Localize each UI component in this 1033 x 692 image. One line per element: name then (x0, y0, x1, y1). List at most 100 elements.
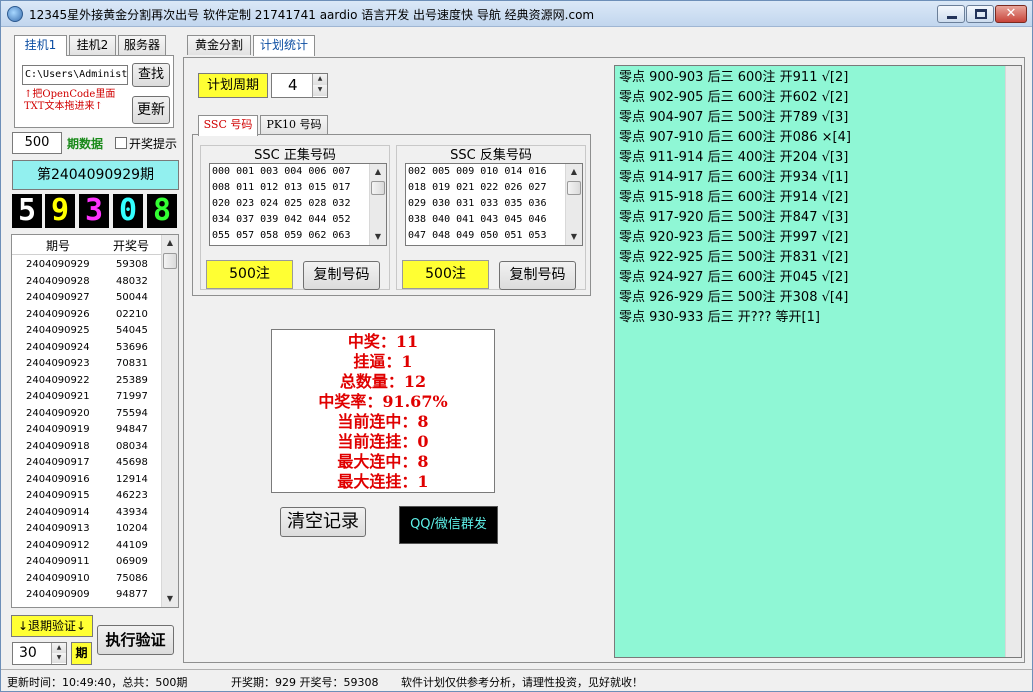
close-button[interactable]: ✕ (995, 5, 1027, 23)
table-row[interactable]: 2404090928 48032 (12, 274, 162, 291)
table-row[interactable]: 2404090915 46223 (12, 488, 162, 505)
table-row[interactable]: 2404090927 50044 (12, 290, 162, 307)
lottery-notice-checkbox[interactable] (115, 137, 127, 149)
row-period: 2404090925 (26, 325, 90, 336)
draw-digit-5: 8 (147, 194, 177, 228)
table-row[interactable]: 2404090920 75594 (12, 406, 162, 423)
copy-negative-button[interactable]: 复制号码 (499, 261, 576, 290)
stat-win: 中奖：11 (347, 332, 419, 351)
table-row[interactable]: 2404090916 12914 (12, 472, 162, 489)
spin-up-icon[interactable]: ▲ (52, 643, 66, 653)
row-period: 2404090913 (26, 523, 90, 534)
stat-lose: 挂逼：1 (353, 352, 413, 371)
history-rows: 2404090929 59308 2404090928 48032 2404090927… (12, 257, 162, 608)
scroll-up-icon[interactable]: ▲ (370, 164, 386, 180)
table-row[interactable]: 2404090914 43934 (12, 505, 162, 522)
row-period: 2404090922 (26, 374, 90, 386)
results-scrollbar[interactable] (1005, 66, 1021, 657)
table-row[interactable]: 2404090923 70831 (12, 356, 162, 373)
row-number: 53696 (116, 341, 148, 353)
col-number[interactable]: 开奖号 (113, 237, 149, 254)
spin-down-icon[interactable]: ▼ (52, 653, 66, 663)
scroll-up-icon[interactable]: ▲ (162, 235, 178, 251)
row-number: 54045 (116, 325, 148, 336)
table-row[interactable]: 2404090921 71997 (12, 389, 162, 406)
scroll-thumb[interactable] (163, 253, 177, 269)
status-update-time: 更新时间：10:49:40，总共：500期 (7, 676, 188, 689)
negative-number-list[interactable]: 002 005 009 010 014 016 018 019 021 022 0… (405, 163, 583, 246)
positive-list-scrollbar[interactable]: ▲ ▼ (369, 164, 386, 245)
table-row[interactable]: 2404090917 45698 (12, 455, 162, 472)
table-row[interactable]: 2404090926 02210 (12, 307, 162, 324)
result-line: 零点 904-907 后三 500注 开789 √[3] (619, 110, 849, 125)
scroll-down-icon[interactable]: ▼ (370, 229, 386, 245)
table-row[interactable]: 2404090908 40055 (12, 604, 162, 608)
row-number: 46223 (116, 490, 148, 501)
tab-ssc-numbers[interactable]: SSC 号码 (198, 115, 258, 136)
minimize-button[interactable] (937, 5, 965, 23)
table-row[interactable]: 2404090925 54045 (12, 323, 162, 340)
scroll-down-icon[interactable]: ▼ (162, 591, 178, 607)
tab-guaji2[interactable]: 挂机2 (69, 35, 116, 55)
status-disclaimer: 软件计划仅供参考分析，请理性投资，见好就收！ (401, 676, 643, 689)
cycle-up-icon[interactable]: ▲ (313, 74, 327, 85)
row-period: 2404090916 (26, 473, 90, 485)
number-row: 038 040 041 043 045 046 (408, 214, 547, 225)
positive-number-list[interactable]: 000 001 003 004 006 007 008 011 012 013 0… (209, 163, 387, 246)
table-row[interactable]: 2404090919 94847 (12, 422, 162, 439)
row-number: 71997 (116, 391, 148, 402)
row-period: 2404090910 (26, 572, 90, 584)
history-list[interactable]: 期号 开奖号 2404090929 59308 2404090928 48032 240… (11, 234, 179, 608)
table-row[interactable]: 2404090912 44109 (12, 538, 162, 555)
app-icon (7, 6, 23, 22)
tab-server[interactable]: 服务器 (118, 35, 166, 55)
table-row[interactable]: 2404090910 75086 (12, 571, 162, 588)
maximize-button[interactable] (966, 5, 994, 23)
tab-guaji1[interactable]: 挂机1 (14, 35, 67, 56)
copy-positive-button[interactable]: 复制号码 (303, 261, 380, 290)
result-line: 零点 930-933 后三 开??? 等开[1] (619, 310, 820, 325)
path-input[interactable]: C:\Users\Administ (22, 65, 128, 85)
title-bar: 12345星外接黄金分割再次出号 软件定制 21741741 aardio 语言… (1, 1, 1032, 27)
tab-plan-stats[interactable]: 计划统计 (253, 35, 315, 56)
plan-cycle-spinner[interactable]: 4 ▲ ▼ (271, 73, 328, 98)
hint-line-1: ↑把OpenCode里面 (24, 89, 116, 100)
col-period[interactable]: 期号 (46, 237, 70, 254)
tab-pk10-numbers[interactable]: PK10 号码 (260, 115, 328, 135)
tab-golden-split[interactable]: 黄金分割 (187, 35, 251, 55)
table-row[interactable]: 2404090918 08034 (12, 439, 162, 456)
row-number: 94877 (116, 589, 148, 600)
row-period: 2404090926 (26, 308, 90, 320)
period-count-input[interactable]: 500 (12, 132, 62, 154)
table-row[interactable]: 2404090924 53696 (12, 340, 162, 357)
negative-group: SSC 反集号码 002 005 009 010 014 016 018 019 … (396, 145, 586, 290)
scroll-up-icon[interactable]: ▲ (566, 164, 582, 180)
negative-list-scrollbar[interactable]: ▲ ▼ (565, 164, 582, 245)
draw-digit-3: 3 (79, 194, 109, 228)
history-scrollbar[interactable]: ▲ ▼ (161, 235, 178, 607)
find-button[interactable]: 查找 (132, 63, 170, 87)
table-row[interactable]: 2404090911 06909 (12, 554, 162, 571)
results-textbox[interactable]: 零点 900-903 后三 600注 开911 √[2] 零点 902-905 后… (614, 65, 1022, 658)
clear-records-button[interactable]: 清空记录 (280, 507, 366, 537)
verify-label: ↓退期验证↓ (11, 615, 93, 637)
positive-count: 500注 (206, 260, 293, 289)
scroll-down-icon[interactable]: ▼ (566, 229, 582, 245)
number-row: 018 019 021 022 026 027 (408, 182, 547, 193)
row-number: 44109 (116, 539, 148, 551)
qq-wechat-send-button[interactable]: QQ/微信群发 (399, 506, 498, 544)
cycle-down-icon[interactable]: ▼ (313, 85, 327, 96)
update-button[interactable]: 更新 (132, 96, 170, 124)
row-period: 2404090911 (26, 556, 90, 567)
scroll-thumb[interactable] (567, 181, 581, 195)
table-row[interactable]: 2404090913 10204 (12, 521, 162, 538)
table-row[interactable]: 2404090929 59308 (12, 257, 162, 274)
table-row[interactable]: 2404090922 25389 (12, 373, 162, 390)
scroll-thumb[interactable] (371, 181, 385, 195)
exec-verify-button[interactable]: 执行验证 (97, 625, 174, 655)
table-row[interactable]: 2404090909 94877 (12, 587, 162, 604)
retreat-period-spinner[interactable]: 30 ▲ ▼ (12, 642, 67, 665)
result-line: 零点 922-925 后三 500注 开831 √[2] (619, 250, 849, 265)
row-period: 2404090929 (26, 259, 90, 270)
row-number: 48032 (116, 275, 148, 287)
